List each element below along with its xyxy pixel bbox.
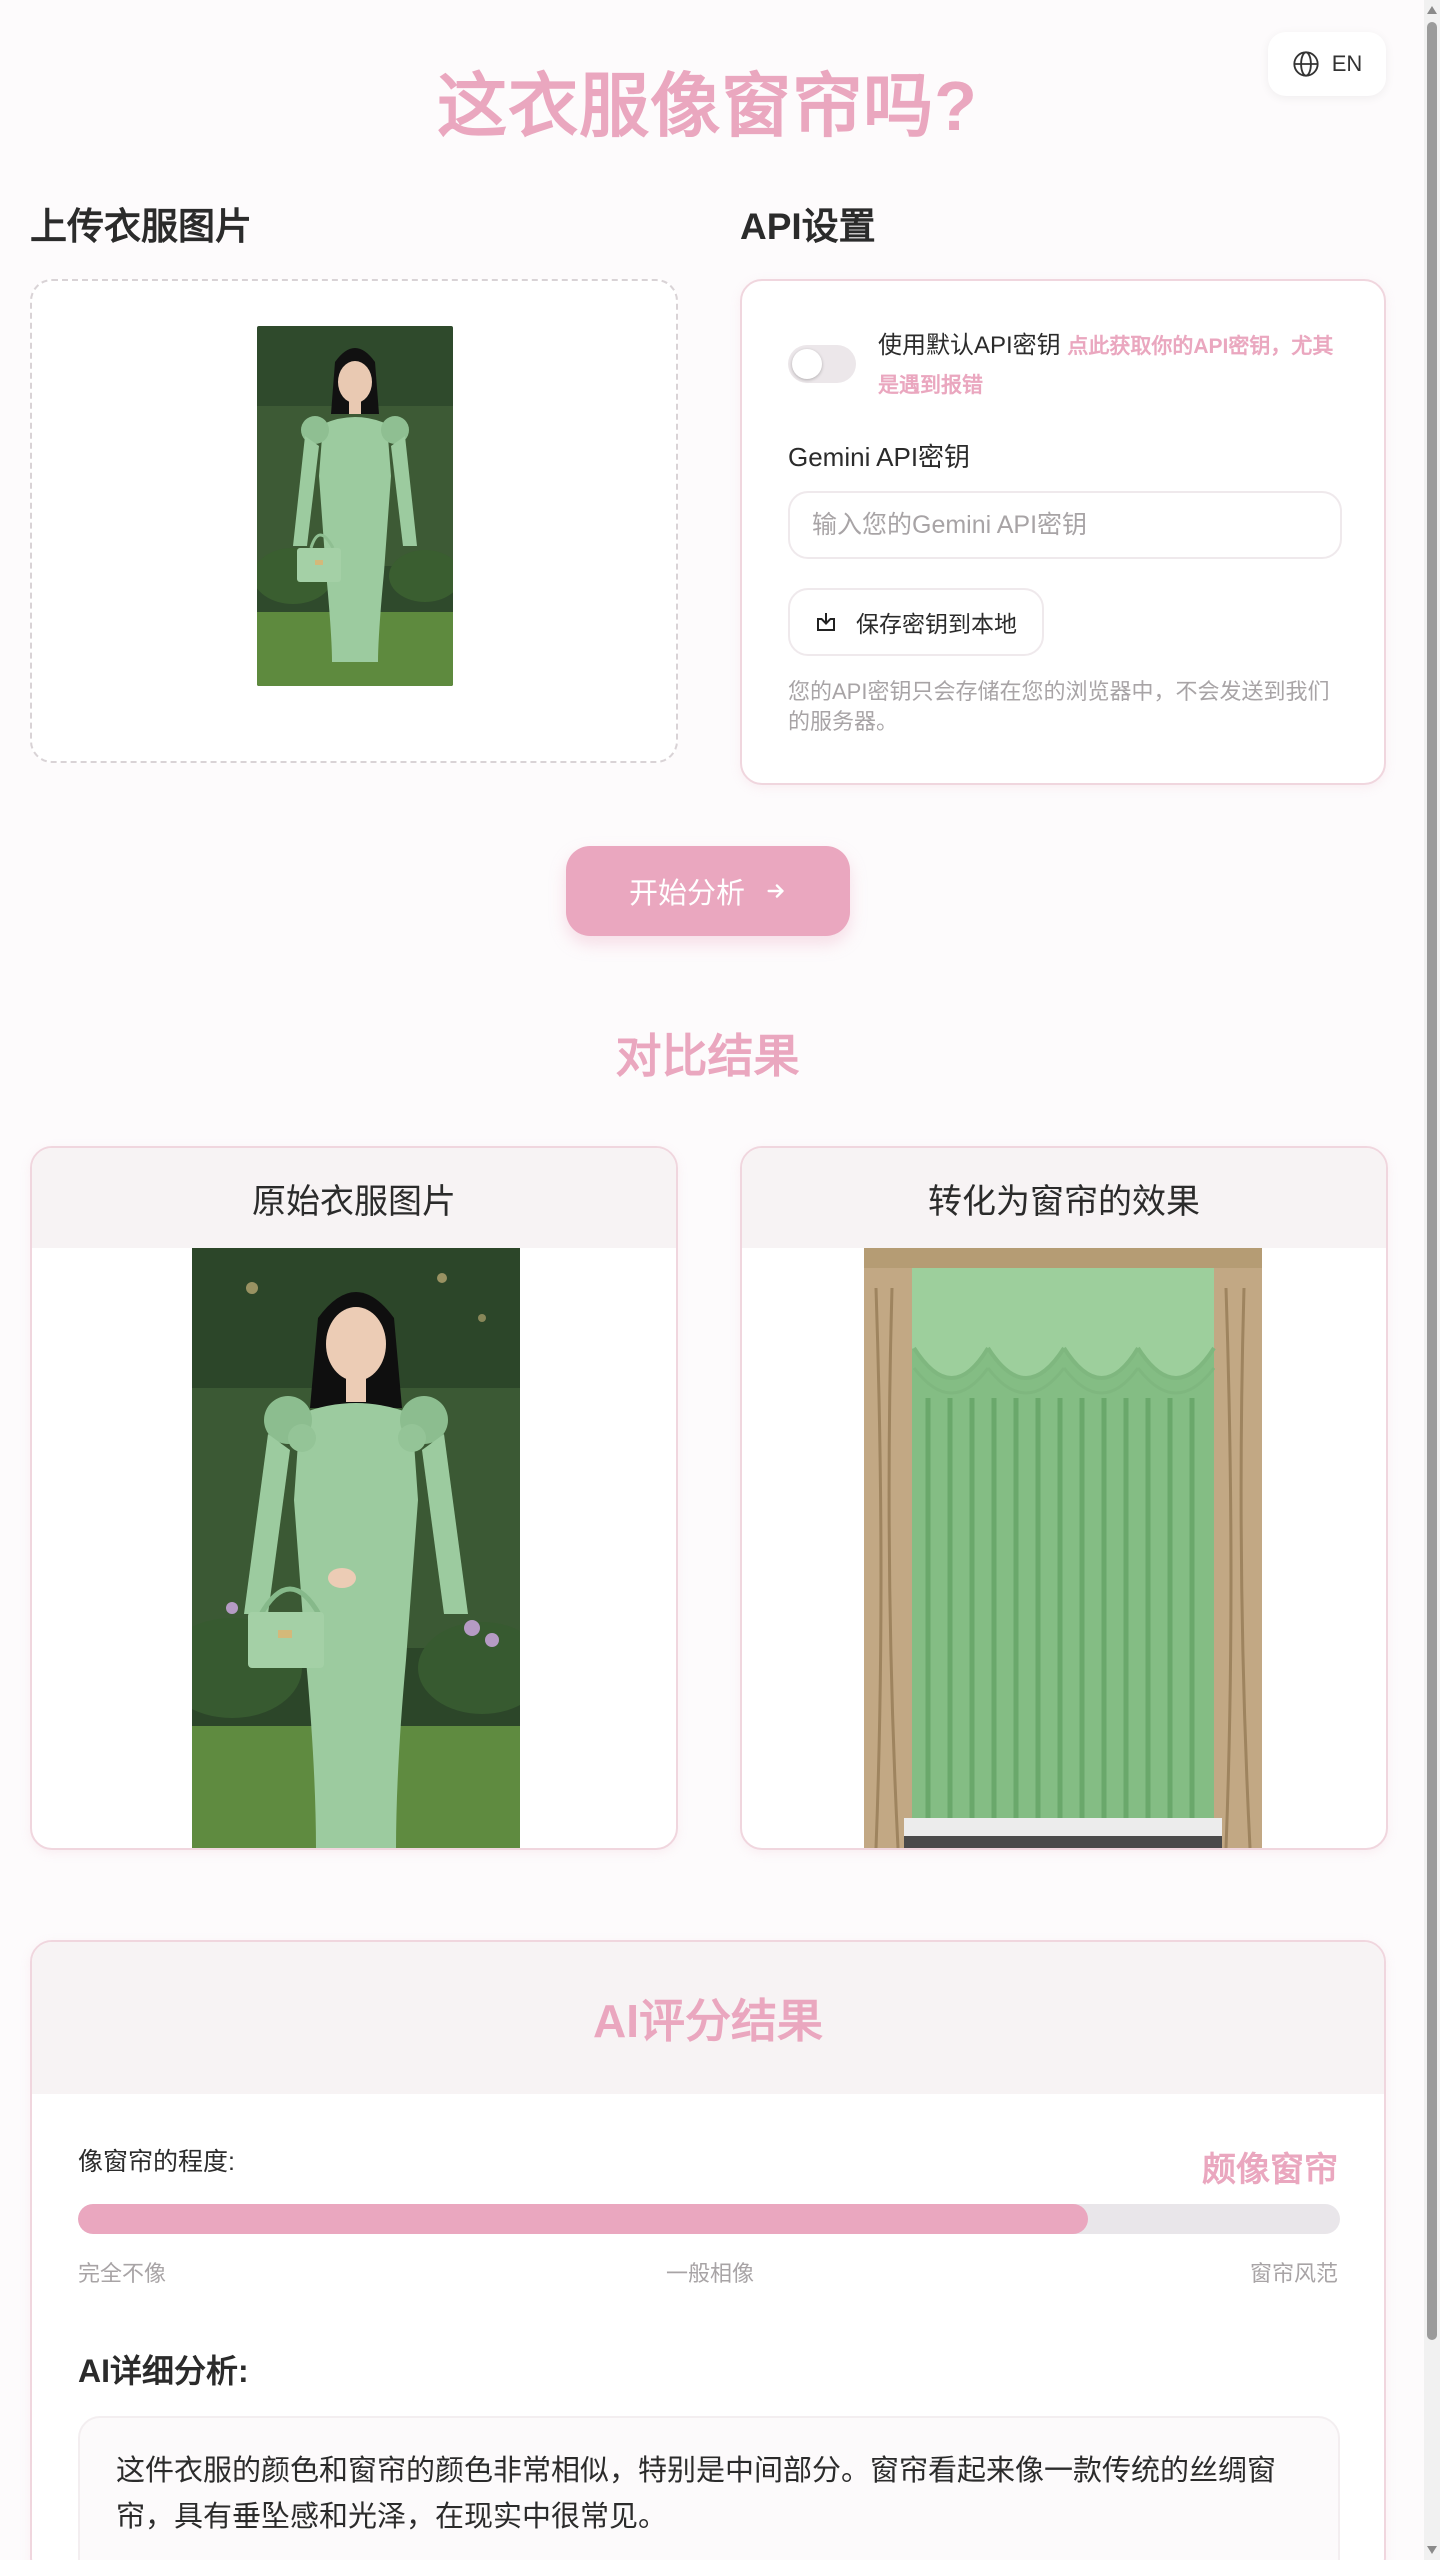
- page-title: 这衣服像窗帘吗?: [437, 67, 978, 145]
- start-analysis-button[interactable]: 开始分析: [566, 846, 850, 936]
- save-key-button[interactable]: 保存密钥到本地: [788, 588, 1044, 656]
- curtain-degree-label: 像窗帘的程度:: [78, 2148, 235, 2176]
- original-image-card: 原始衣服图片: [30, 1146, 678, 1850]
- scrollbar-thumb[interactable]: [1427, 22, 1437, 2340]
- score-progress-fill: [78, 2204, 1088, 2234]
- page: EN 这衣服像窗帘吗? 上传衣服图片 API设置 使用默认API密钥 点此获取你…: [0, 0, 1424, 2560]
- uploaded-clothing-image: [257, 326, 453, 686]
- ai-score-card: AI评分结果 像窗帘的程度: 颇像窗帘 完全不像 一般相像 窗帘风范 AI详细分…: [30, 1940, 1386, 2560]
- vertical-scrollbar[interactable]: [1424, 0, 1440, 2560]
- scroll-down-arrow-icon[interactable]: [1427, 2546, 1437, 2554]
- scroll-up-arrow-icon[interactable]: [1427, 6, 1437, 14]
- scale-mid-label: 一般相像: [665, 2261, 754, 2286]
- comparison-title: 对比结果: [615, 1030, 800, 1082]
- api-settings-heading: API设置: [740, 206, 876, 247]
- arrow-right-icon: [767, 884, 784, 898]
- api-key-input[interactable]: [788, 491, 1342, 559]
- start-analysis-label: 开始分析: [628, 878, 745, 910]
- score-progress-bar: [78, 2204, 1340, 2234]
- default-key-toggle-label: 使用默认API密钥: [878, 332, 1061, 359]
- ai-score-title: AI评分结果: [32, 1942, 1384, 2094]
- default-key-toggle-text: 使用默认API密钥 点此获取你的API密钥，尤其是遇到报错: [878, 327, 1348, 405]
- download-icon: [817, 613, 835, 631]
- save-key-label: 保存密钥到本地: [856, 611, 1017, 637]
- ai-detail-text: 这件衣服的颜色和窗帘的颜色非常相似，特别是中间部分。窗帘看起来像一款传统的丝绸窗…: [78, 2416, 1340, 2560]
- scale-high-label: 窗帘风范: [1249, 2261, 1338, 2286]
- converted-curtain-title: 转化为窗帘的效果: [742, 1148, 1386, 1248]
- api-key-privacy-note: 您的API密钥只会存储在您的浏览器中，不会发送到我们的服务器。: [788, 679, 1330, 734]
- original-clothing-image: [162, 1248, 546, 1848]
- ai-detail-heading: AI详细分析:: [78, 2353, 249, 2389]
- converted-curtain-card: 转化为窗帘的效果: [740, 1146, 1388, 1850]
- api-settings-panel: 使用默认API密钥 点此获取你的API密钥，尤其是遇到报错 Gemini API…: [740, 279, 1386, 785]
- original-image-title: 原始衣服图片: [32, 1148, 676, 1248]
- upload-heading: 上传衣服图片: [30, 206, 252, 247]
- image-upload-dropzone[interactable]: [30, 279, 678, 763]
- api-key-label: Gemini API密钥: [788, 442, 971, 472]
- curtain-verdict: 颇像窗帘: [1202, 2151, 1338, 2189]
- curtain-result-image: [864, 1248, 1262, 1848]
- toggle-knob: [792, 349, 822, 379]
- default-key-toggle[interactable]: [788, 345, 856, 383]
